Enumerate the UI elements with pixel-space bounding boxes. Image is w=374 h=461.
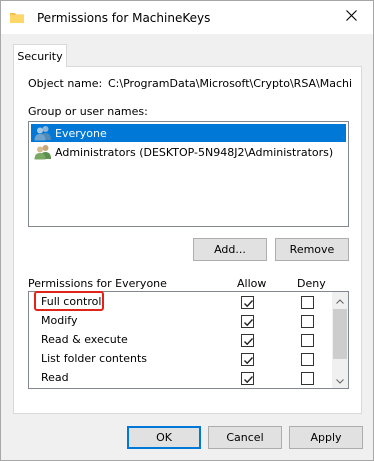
chevron-down-icon (336, 374, 344, 387)
tab-security[interactable]: Security (13, 44, 67, 67)
group-user-list[interactable]: Everyone Administrators (DESKTOP-5N948J2… (28, 121, 349, 227)
permission-row-list-folder: List folder contents (29, 350, 334, 368)
deny-checkbox[interactable] (301, 372, 314, 385)
remove-button[interactable]: Remove (275, 238, 349, 261)
permission-name: Read & execute (41, 333, 128, 346)
add-button[interactable]: Add... (193, 238, 267, 261)
permission-row-read-execute: Read & execute (29, 331, 334, 349)
permission-name: List folder contents (41, 352, 147, 365)
deny-checkbox[interactable] (301, 334, 314, 347)
permissions-header: Permissions for Everyone (28, 277, 167, 290)
full-control-highlight (34, 291, 104, 311)
permissions-dialog: Permissions for MachineKeys Security Obj… (0, 0, 374, 461)
permission-row-read: Read (29, 369, 334, 387)
close-button[interactable] (329, 1, 373, 33)
chevron-up-icon (336, 294, 344, 307)
users-group-icon (34, 125, 52, 141)
deny-checkbox[interactable] (301, 353, 314, 366)
scroll-thumb[interactable] (333, 309, 347, 359)
scroll-down-button[interactable] (332, 372, 348, 388)
deny-column-label: Deny (297, 277, 326, 290)
window-title: Permissions for MachineKeys (37, 11, 211, 25)
list-item-everyone[interactable]: Everyone (31, 124, 346, 142)
list-item-label: Administrators (DESKTOP-5N948J2\Administ… (55, 145, 334, 159)
permission-row-modify: Modify (29, 312, 334, 330)
ok-button[interactable]: OK (127, 426, 201, 449)
permission-name: Modify (41, 314, 78, 327)
allow-checkbox[interactable] (241, 372, 254, 385)
list-item-administrators[interactable]: Administrators (DESKTOP-5N948J2\Administ… (31, 143, 346, 161)
folder-icon (10, 10, 24, 24)
object-name-value: C:\ProgramData\Microsoft\Crypto\RSA\Mach… (108, 77, 352, 90)
allow-checkbox[interactable] (241, 353, 254, 366)
allow-checkbox[interactable] (241, 334, 254, 347)
group-names-label: Group or user names: (28, 105, 148, 118)
allow-checkbox[interactable] (241, 296, 254, 309)
title-bar[interactable]: Permissions for MachineKeys (1, 1, 373, 34)
permission-name: Read (41, 371, 69, 384)
allow-checkbox[interactable] (241, 315, 254, 328)
users-admin-icon (34, 144, 52, 160)
object-name-label: Object name: (28, 77, 103, 90)
scroll-up-button[interactable] (332, 292, 348, 308)
apply-button[interactable]: Apply (289, 426, 363, 449)
list-item-label: Everyone (55, 126, 107, 140)
close-icon (345, 10, 357, 24)
cancel-button[interactable]: Cancel (208, 426, 282, 449)
allow-column-label: Allow (237, 277, 267, 290)
deny-checkbox[interactable] (301, 296, 314, 309)
permissions-scrollbar[interactable] (332, 292, 348, 388)
deny-checkbox[interactable] (301, 315, 314, 328)
